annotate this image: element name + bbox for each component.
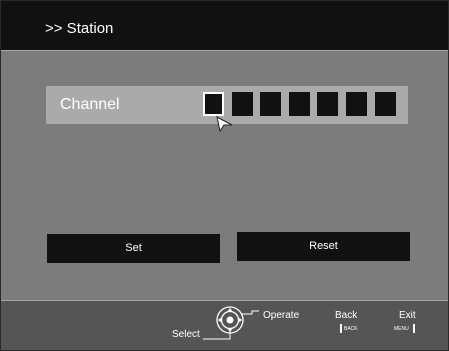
label-leader-lines: [203, 310, 259, 340]
page-title: >> Station: [45, 20, 114, 37]
channel-digit-1[interactable]: [203, 92, 224, 116]
set-button[interactable]: Set: [47, 234, 220, 263]
channel-digit-4[interactable]: [289, 92, 310, 116]
exit-key-label: MENU: [394, 326, 409, 332]
back-key-label: BACK: [344, 326, 358, 332]
exit-label: Exit: [399, 310, 416, 321]
reset-button[interactable]: Reset: [237, 232, 410, 261]
operate-label: Operate: [263, 310, 300, 321]
footer-bar: Select Operate Back BACK Exit MENU: [1, 301, 448, 350]
back-label: Back: [335, 310, 358, 321]
channel-digit-3[interactable]: [260, 92, 281, 116]
exit-key-bracket: [413, 324, 415, 333]
pointer-cursor-icon: [216, 116, 233, 132]
header-bar: >> Station: [1, 1, 448, 50]
back-key-bracket: [340, 324, 342, 333]
channel-digit-6[interactable]: [346, 92, 367, 116]
channel-label: Channel: [60, 96, 120, 113]
channel-digit-2[interactable]: [232, 92, 253, 116]
select-label: Select: [172, 329, 200, 340]
channel-digit-5[interactable]: [317, 92, 338, 116]
station-screen: >> Station Channel Set Reset Select Oper…: [0, 0, 449, 351]
channel-digit-7[interactable]: [375, 92, 396, 116]
header-divider: [1, 50, 448, 51]
